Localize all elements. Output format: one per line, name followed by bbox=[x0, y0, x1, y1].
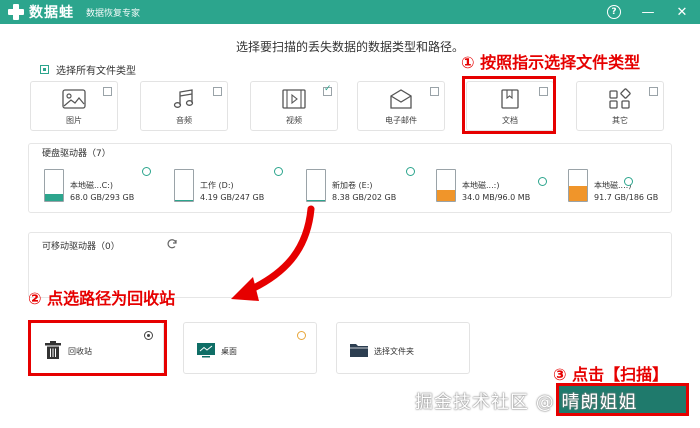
disk-icon bbox=[568, 169, 588, 202]
file-type-audio[interactable]: 音频 bbox=[140, 81, 228, 131]
envelope-icon bbox=[390, 89, 412, 109]
file-type-email[interactable]: 电子邮件 bbox=[357, 81, 445, 131]
disk-usage-fill bbox=[437, 190, 455, 201]
drive-recovery-1[interactable]: 本地磁...:) 34.0 MB/96.0 MB bbox=[426, 167, 554, 207]
highlight-recycle-bin-box bbox=[28, 320, 167, 376]
hard-drive-title: 硬盘驱动器（7） bbox=[42, 149, 111, 159]
location-label: 桌面 bbox=[221, 347, 237, 356]
removable-title: 可移动驱动器（0） bbox=[42, 242, 120, 252]
file-type-label: 音频 bbox=[176, 116, 192, 125]
disk-icon bbox=[436, 169, 456, 202]
select-all-checkbox[interactable]: 选择所有文件类型 bbox=[40, 62, 136, 77]
file-type-label: 视频 bbox=[286, 116, 302, 125]
checkbox[interactable] bbox=[213, 87, 222, 96]
drive-size: 68.0 GB/293 GB bbox=[70, 193, 135, 202]
annotation-step1: ① 按照指示选择文件类型 bbox=[461, 53, 641, 72]
title-bar: 数据蛙 数据恢复专家 ? — ✕ bbox=[0, 0, 700, 24]
drive-size: 8.38 GB/202 GB bbox=[332, 193, 397, 202]
disk-icon bbox=[306, 169, 326, 202]
disk-usage-fill bbox=[569, 185, 587, 201]
disk-icon bbox=[174, 169, 194, 202]
file-type-label: 其它 bbox=[612, 116, 628, 125]
help-icon: ? bbox=[607, 5, 621, 19]
location-choose-folder[interactable]: 选择文件夹 bbox=[336, 322, 470, 374]
minimize-button[interactable]: — bbox=[638, 2, 658, 22]
folder-icon bbox=[350, 344, 368, 357]
file-type-video[interactable]: 视频 bbox=[250, 81, 338, 131]
drive-name: 工作 (D:) bbox=[200, 181, 234, 190]
location-label: 选择文件夹 bbox=[374, 347, 414, 356]
watermark: 掘金技术社区 @ 晴朗姐姐 bbox=[415, 392, 638, 413]
drive-d[interactable]: 工作 (D:) 4.19 GB/247 GB bbox=[164, 167, 292, 207]
grid-shapes-icon bbox=[609, 88, 631, 109]
close-button[interactable]: ✕ bbox=[672, 2, 692, 22]
disk-icon bbox=[44, 169, 64, 202]
location-radio[interactable] bbox=[297, 331, 306, 340]
disk-usage-fill bbox=[45, 193, 63, 201]
drive-e[interactable]: 新加卷 (E:) 8.38 GB/202 GB bbox=[296, 167, 424, 207]
drive-recovery-2[interactable]: 本地磁...:) 91.7 GB/186 GB bbox=[558, 167, 686, 207]
drive-radio[interactable] bbox=[142, 167, 151, 176]
file-type-other[interactable]: 其它 bbox=[576, 81, 664, 131]
checkbox-checked[interactable] bbox=[323, 84, 332, 96]
drive-name: 新加卷 (E:) bbox=[332, 181, 373, 190]
drive-radio[interactable] bbox=[624, 177, 633, 186]
location-desktop[interactable]: 桌面 bbox=[183, 322, 317, 374]
file-type-image[interactable]: 图片 bbox=[30, 81, 118, 131]
music-note-icon bbox=[173, 89, 194, 108]
disk-usage-fill bbox=[175, 200, 193, 201]
image-icon bbox=[62, 89, 86, 109]
file-type-label: 图片 bbox=[66, 116, 82, 125]
drive-size: 91.7 GB/186 GB bbox=[594, 193, 659, 202]
annotation-step2: ② 点选路径为回收站 bbox=[28, 289, 176, 308]
refresh-icon[interactable] bbox=[166, 238, 178, 250]
checkbox[interactable] bbox=[430, 87, 439, 96]
annotation-arrow bbox=[231, 205, 315, 301]
drive-name: 本地磁...C:) bbox=[70, 181, 114, 190]
drive-size: 4.19 GB/247 GB bbox=[200, 193, 265, 202]
drive-name: 本地磁...:) bbox=[462, 181, 500, 190]
select-all-check-icon bbox=[40, 65, 49, 74]
checkbox[interactable] bbox=[649, 87, 658, 96]
drive-size: 34.0 MB/96.0 MB bbox=[462, 193, 531, 202]
app-logo-icon bbox=[6, 2, 26, 22]
monitor-icon bbox=[197, 343, 215, 358]
app-subtitle: 数据恢复专家 bbox=[86, 8, 141, 19]
checkbox[interactable] bbox=[103, 87, 112, 96]
highlight-document-box bbox=[462, 76, 556, 134]
annotation-step3: ③ 点击【扫描】 bbox=[553, 365, 669, 384]
drive-radio[interactable] bbox=[274, 167, 283, 176]
app-name: 数据蛙 bbox=[29, 5, 74, 21]
drive-radio[interactable] bbox=[538, 177, 547, 186]
select-all-label: 选择所有文件类型 bbox=[56, 66, 136, 77]
drive-radio[interactable] bbox=[406, 167, 415, 176]
disk-usage-fill bbox=[307, 199, 325, 201]
drive-c[interactable]: 本地磁...C:) 68.0 GB/293 GB bbox=[34, 167, 162, 207]
film-icon bbox=[282, 89, 306, 109]
help-button[interactable]: ? bbox=[604, 2, 624, 22]
file-type-label: 电子邮件 bbox=[385, 116, 417, 125]
